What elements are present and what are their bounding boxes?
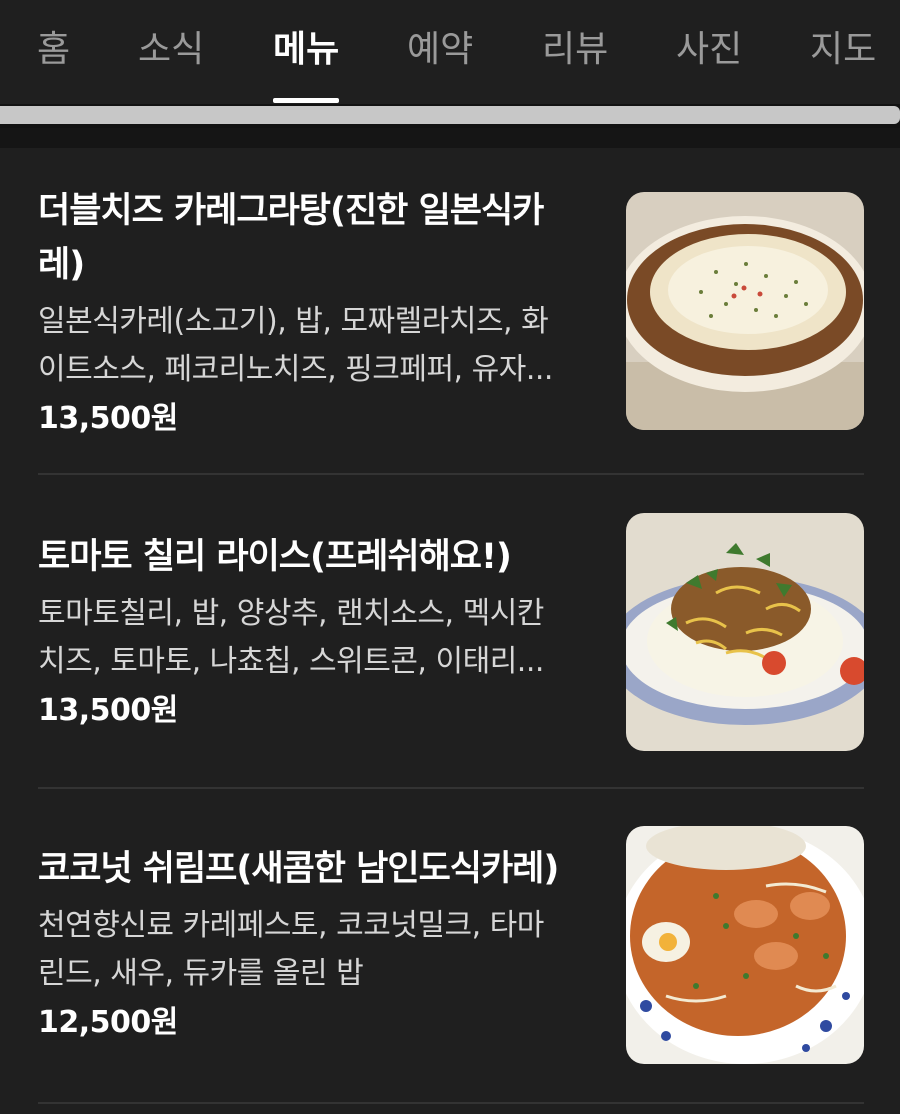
menu-item-name: 코코넛 쉬림프(새콤한 남인도식카레)	[38, 842, 598, 896]
tab-home[interactable]: 홈	[37, 24, 70, 76]
menu-item-description-line: 이트소스, 페코리노치즈, 핑크페퍼, 유자...	[38, 352, 553, 387]
tab-map[interactable]: 지도	[810, 24, 876, 76]
menu-item-text: 코코넛 쉬림프(새콤한 남인도식카레) 천연향신료 카레페스토, 코코넛밀크, …	[38, 842, 598, 1048]
tab-news[interactable]: 소식	[138, 24, 204, 76]
menu-divider	[38, 473, 864, 475]
coconut-shrimp-curry-photo[interactable]	[626, 826, 864, 1064]
menu-item-name-line: 코코넛 쉬림프(새콤한 남인도식카레)	[38, 849, 559, 889]
menu-item-text: 토마토 칠리 라이스(프레쉬해요!) 토마토칠리, 밥, 양상추, 랜치소스, …	[38, 530, 598, 736]
menu-item-price: 12,500원	[38, 1005, 178, 1040]
tab-reservation[interactable]: 예약	[407, 24, 473, 76]
menu-item-description: 토마토칠리, 밥, 양상추, 랜치소스, 멕시칸 치즈, 토마토, 나쵸칩, 스…	[38, 590, 598, 686]
tomato-chili-rice-photo[interactable]	[626, 513, 864, 751]
horizontal-scrollbar-thumb[interactable]	[0, 106, 900, 124]
menu-item[interactable]: 토마토 칠리 라이스(프레쉬해요!) 토마토칠리, 밥, 양상추, 랜치소스, …	[38, 513, 864, 760]
menu-item-text: 더블치즈 카레그라탕(진한 일본식카 레) 일본식카레(소고기), 밥, 모짜렐…	[38, 184, 598, 444]
menu-item-price: 13,500원	[38, 693, 178, 728]
tab-reviews[interactable]: 리뷰	[542, 24, 608, 76]
tab-photos[interactable]: 사진	[676, 24, 742, 76]
menu-divider	[38, 1102, 864, 1104]
menu-item-description-line: 일본식카레(소고기), 밥, 모짜렐라치즈, 화	[38, 304, 549, 339]
menu-item-description-line: 토마토칠리, 밥, 양상추, 랜치소스, 멕시칸	[38, 596, 544, 631]
active-tab-indicator	[273, 98, 339, 103]
menu-item-price: 13,500원	[38, 401, 178, 436]
menu-item-name-line: 더블치즈 카레그라탕(진한 일본식카	[38, 191, 544, 231]
section-gap	[0, 128, 900, 148]
menu-item-name-line: 레)	[38, 245, 85, 285]
menu-divider	[38, 787, 864, 789]
menu-item-description-line: 린드, 새우, 듀카를 올린 밥	[38, 956, 364, 991]
menu-item-name: 더블치즈 카레그라탕(진한 일본식카 레)	[38, 184, 598, 292]
tab-menu[interactable]: 메뉴	[273, 24, 339, 76]
menu-item-name-line: 토마토 칠리 라이스(프레쉬해요!)	[38, 537, 512, 577]
menu-tab-bar: 홈 소식 메뉴 예약 리뷰 사진 지도	[0, 0, 900, 104]
menu-item-description: 일본식카레(소고기), 밥, 모짜렐라치즈, 화 이트소스, 페코리노치즈, 핑…	[38, 298, 598, 394]
menu-item-description-line: 치즈, 토마토, 나쵸칩, 스위트콘, 이태리...	[38, 644, 544, 679]
menu-item-description: 천연향신료 카레페스토, 코코넛밀크, 타마 린드, 새우, 듀카를 올린 밥	[38, 902, 598, 998]
menu-item-name: 토마토 칠리 라이스(프레쉬해요!)	[38, 530, 598, 584]
menu-item-description-line: 천연향신료 카레페스토, 코코넛밀크, 타마	[38, 908, 544, 943]
menu-item[interactable]: 더블치즈 카레그라탕(진한 일본식카 레) 일본식카레(소고기), 밥, 모짜렐…	[38, 184, 864, 444]
menu-item[interactable]: 코코넛 쉬림프(새콤한 남인도식카레) 천연향신료 카레페스토, 코코넛밀크, …	[38, 826, 864, 1072]
cheese-gratin-curry-photo[interactable]	[626, 192, 864, 430]
